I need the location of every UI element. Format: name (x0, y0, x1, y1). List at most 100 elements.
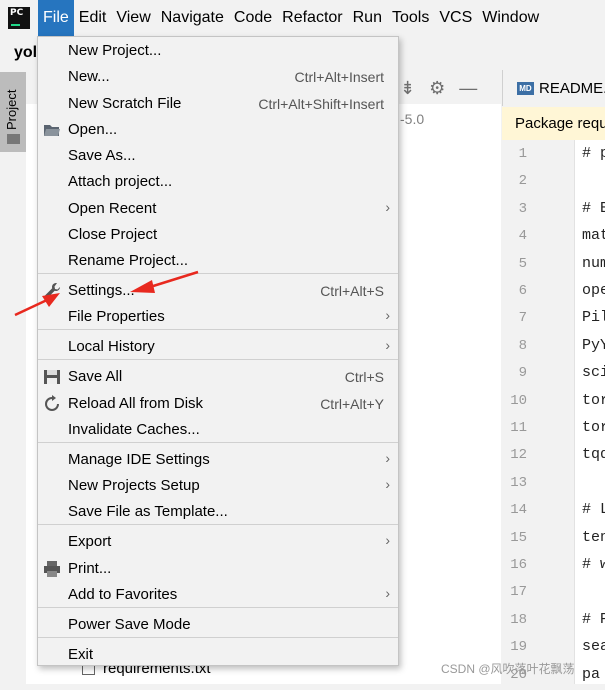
menu-item-label: Invalidate Caches... (68, 421, 200, 438)
editor-line: 15 ten (502, 526, 605, 553)
menu-item-reload-all-from-disk[interactable]: Reload All from Disk Ctrl+Alt+Y (38, 391, 398, 417)
menu-item-label: New Scratch File (68, 95, 182, 112)
menu-item-label: New Projects Setup (68, 477, 200, 494)
menu-item-export[interactable]: Export › (38, 529, 398, 555)
line-number: 15 (510, 529, 527, 546)
menu-run[interactable]: Run (348, 0, 387, 36)
editor-line: 18 # P (502, 608, 605, 635)
chevron-right-icon: › (385, 450, 390, 466)
line-number: 7 (518, 310, 527, 327)
menu-item-save-all[interactable]: Save All Ctrl+S (38, 364, 398, 390)
menu-item-print[interactable]: Print... (38, 556, 398, 582)
line-text: # P (582, 610, 605, 628)
printer-icon (43, 560, 61, 578)
menu-item-label: File Properties (68, 308, 165, 325)
line-number: 13 (510, 474, 527, 491)
gear-icon[interactable]: ⚙ (429, 78, 445, 99)
menu-edit[interactable]: Edit (74, 0, 112, 36)
menu-item-label: Exit (68, 646, 94, 663)
menu-item-new-scratch-file[interactable]: New Scratch File Ctrl+Alt+Shift+Insert (38, 91, 398, 117)
menu-item-label: New... (68, 68, 110, 85)
menu-item-file-properties[interactable]: File Properties › (38, 304, 398, 330)
editor-line: 8 PyY (502, 334, 605, 361)
line-text: num (582, 254, 605, 272)
menu-item-rename-project[interactable]: Rename Project... (38, 248, 398, 274)
menu-item-new[interactable]: New... Ctrl+Alt+Insert (38, 64, 398, 90)
menu-item-local-history[interactable]: Local History › (38, 334, 398, 360)
menu-item-close-project[interactable]: Close Project (38, 222, 398, 248)
chevron-right-icon: › (385, 585, 390, 601)
minimize-icon[interactable]: — (459, 78, 477, 99)
menu-item-open-recent[interactable]: Open Recent › (38, 196, 398, 222)
menu-code[interactable]: Code (229, 0, 277, 36)
menu-item-new-project[interactable]: New Project... (38, 38, 398, 64)
menu-item-label: Manage IDE Settings (68, 451, 210, 468)
line-text: pa (582, 665, 601, 683)
wrench-icon (43, 282, 61, 300)
line-text: tqd (582, 446, 605, 464)
editor-notice-banner: Package requ (502, 107, 605, 140)
editor-line: 10 tor (502, 389, 605, 416)
line-number: 18 (510, 611, 527, 628)
save-icon (43, 368, 61, 386)
editor-line: 7 Pil (502, 306, 605, 333)
line-number: 16 (510, 557, 527, 573)
menu-item-label: Save As... (68, 147, 136, 164)
line-text: ope (582, 282, 605, 299)
line-number: 12 (510, 447, 527, 464)
menu-bar: PC File Edit View Navigate Code Refactor… (0, 0, 605, 36)
menu-item-new-projects-setup[interactable]: New Projects Setup › (38, 473, 398, 499)
line-number: 4 (518, 228, 527, 245)
editor-line: 4 mat (502, 224, 605, 251)
menu-file[interactable]: File (38, 0, 74, 36)
menu-item-save-as[interactable]: Save As... (38, 143, 398, 169)
chevron-right-icon: › (385, 476, 390, 492)
menu-tools[interactable]: Tools (387, 0, 434, 36)
editor-tab-readme[interactable]: MD README.md (502, 70, 605, 106)
menu-item-label: New Project... (68, 42, 162, 59)
menu-vcs[interactable]: VCS (434, 0, 477, 36)
editor-line: 16 # w (502, 553, 605, 580)
project-tool-tab[interactable]: Project (0, 72, 26, 152)
menu-item-label: Settings... (68, 282, 135, 299)
line-number: 10 (510, 392, 527, 409)
collapse-all-icon[interactable]: ⇟ (400, 78, 415, 99)
menu-item-save-file-as-template[interactable]: Save File as Template... (38, 499, 398, 525)
menu-window[interactable]: Window (477, 0, 544, 36)
line-text: sea (582, 638, 605, 656)
line-text: # p (582, 145, 605, 162)
editor-line: 17 (502, 580, 605, 607)
reload-icon (43, 395, 61, 413)
editor-tab-title: README.md (539, 80, 605, 97)
chevron-right-icon: › (385, 307, 390, 323)
menu-item-manage-ide-settings[interactable]: Manage IDE Settings › (38, 447, 398, 473)
line-text: tor (582, 391, 605, 409)
editor-line: 9 sci (502, 361, 605, 388)
menu-item-label: Rename Project... (68, 252, 189, 269)
menu-item-attach-project[interactable]: Attach project... (38, 169, 398, 195)
line-text: tor (582, 419, 605, 436)
menu-item-label: Save All (68, 368, 123, 385)
menu-item-settings[interactable]: Settings... Ctrl+Alt+S (38, 278, 398, 304)
menu-item-exit[interactable]: Exit (38, 642, 398, 668)
menu-item-label: Add to Favorites (68, 586, 178, 603)
editor-line: 19 sea (502, 635, 605, 662)
menu-item-invalidate-caches[interactable]: Invalidate Caches... (38, 417, 398, 443)
menu-item-label: Export (68, 533, 112, 550)
menu-navigate[interactable]: Navigate (156, 0, 229, 36)
editor-line: 3 # B (502, 197, 605, 224)
folder-icon (7, 134, 20, 144)
menu-item-power-save-mode[interactable]: Power Save Mode (38, 612, 398, 638)
line-text: ten (582, 528, 605, 546)
menu-item-add-to-favorites[interactable]: Add to Favorites › (38, 582, 398, 608)
menu-refactor[interactable]: Refactor (277, 0, 347, 36)
line-number: 3 (518, 200, 527, 217)
menu-view[interactable]: View (111, 0, 155, 36)
line-text: sci (582, 364, 605, 382)
file-menu-dropdown: New Project... New... Ctrl+Alt+Insert New S… (37, 36, 399, 666)
menu-item-label: Close Project (68, 226, 158, 243)
menu-item-shortcut: Ctrl+Alt+Y (320, 396, 384, 412)
line-text: mat (582, 227, 605, 245)
menu-item-open[interactable]: Open... (38, 117, 398, 143)
line-number: 11 (510, 420, 527, 436)
